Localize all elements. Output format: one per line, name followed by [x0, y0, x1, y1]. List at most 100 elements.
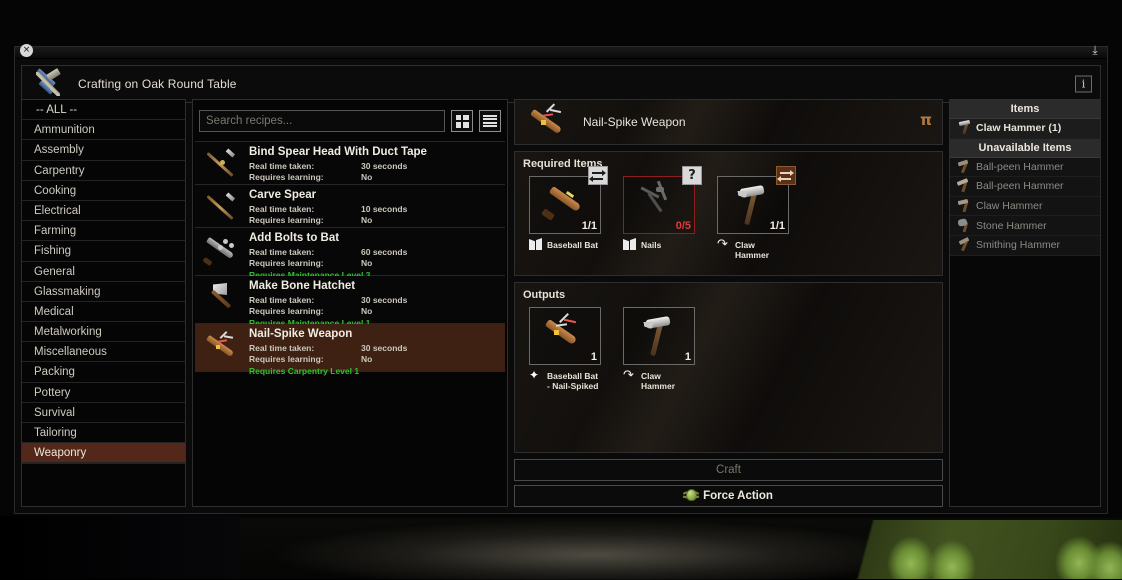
window-titlebar[interactable]: × ⤓	[15, 47, 1107, 59]
window-header: Crafting on Oak Round Table i	[21, 65, 1101, 103]
recipe-row-nail-spike-weapon[interactable]: Nail-Spike Weapon Real time taken: 30 se…	[195, 324, 505, 372]
category-item-tailoring[interactable]: Tailoring	[22, 423, 185, 443]
item-row[interactable]: Claw Hammer (1)	[950, 119, 1100, 139]
recipe-learning-value: No	[361, 172, 372, 183]
pin-icon[interactable]: ⤓	[1089, 45, 1101, 57]
nail-spiked-bat-icon	[530, 308, 600, 364]
recipe-time-value: 30 seconds	[361, 295, 407, 306]
outputs-panel: Outputs 1	[514, 282, 943, 453]
category-item-survival[interactable]: Survival	[22, 403, 185, 423]
category-item-farming[interactable]: Farming	[22, 221, 185, 241]
spear-icon	[201, 190, 245, 228]
required-slot-nails: 0/5 ? Nails	[623, 176, 695, 260]
recipe-learning-value: No	[361, 306, 372, 317]
force-action-button[interactable]: Force Action	[514, 485, 943, 507]
category-item-weaponry[interactable]: Weaponry	[22, 443, 185, 463]
bolted-bat-icon	[201, 233, 245, 271]
recipe-learning-value: No	[361, 354, 372, 365]
search-input[interactable]	[199, 110, 445, 132]
nail-spike-weapon-icon	[201, 329, 245, 367]
required-item-name: Claw Hammer	[735, 238, 789, 260]
recipe-time-label: Real time taken:	[249, 247, 361, 258]
item-row[interactable]: Ball-peen Hammer	[950, 177, 1100, 197]
category-item-fishing[interactable]: Fishing	[22, 241, 185, 261]
kept-icon: ↷	[623, 369, 637, 382]
recipe-learning-value: No	[361, 215, 372, 226]
page-title: Crafting on Oak Round Table	[78, 77, 237, 91]
recipe-row-make-bone-hatchet[interactable]: Make Bone Hatchet Real time taken: 30 se…	[195, 276, 505, 324]
info-icon[interactable]: i	[1075, 76, 1092, 93]
window-body: -- ALL -- Ammunition Assembly Carpentry …	[21, 99, 1101, 507]
item-slot[interactable]: 1/1	[529, 176, 601, 234]
item-slot[interactable]: 1/1	[717, 176, 789, 234]
required-items-panel: Required Items 1/1	[514, 151, 943, 276]
recipe-time-label: Real time taken:	[249, 161, 361, 172]
category-item-miscellaneous[interactable]: Miscellaneous	[22, 342, 185, 362]
category-item-glassmaking[interactable]: Glassmaking	[22, 282, 185, 302]
category-item-cooking[interactable]: Cooking	[22, 181, 185, 201]
items-list-filler	[950, 256, 1100, 506]
item-row[interactable]: Stone Hammer	[950, 216, 1100, 236]
recipe-name: Bind Spear Head With Duct Tape	[249, 146, 499, 159]
recipe-time-label: Real time taken:	[249, 343, 361, 354]
category-item-all[interactable]: -- ALL --	[22, 100, 185, 120]
category-item-medical[interactable]: Medical	[22, 302, 185, 322]
bug-icon	[684, 489, 698, 501]
category-item-carpentry[interactable]: Carpentry	[22, 161, 185, 181]
recipe-name: Make Bone Hatchet	[249, 280, 499, 293]
required-slot-claw-hammer: 1/1 ↷ Claw Hammer	[717, 176, 789, 260]
swap-item-icon[interactable]	[588, 166, 608, 185]
recipe-time-value: 60 seconds	[361, 247, 407, 258]
search-bar	[199, 106, 501, 136]
required-slot-baseball-bat: 1/1 Baseball Bat	[529, 176, 601, 260]
help-icon[interactable]: ?	[682, 166, 702, 185]
crafting-hammer-chisel-icon	[32, 69, 66, 99]
item-label: Ball-peen Hammer	[976, 161, 1064, 173]
category-item-general[interactable]: General	[22, 262, 185, 282]
recipe-time-value: 30 seconds	[361, 343, 407, 354]
item-slot[interactable]: 0/5 ?	[623, 176, 695, 234]
item-label: Claw Hammer	[976, 200, 1043, 212]
recipe-time-label: Real time taken:	[249, 204, 361, 215]
category-item-electrical[interactable]: Electrical	[22, 201, 185, 221]
item-row[interactable]: Smithing Hammer	[950, 236, 1100, 256]
recipe-name: Carve Spear	[249, 189, 499, 202]
required-item-label-row: Baseball Bat	[529, 238, 601, 252]
item-slot[interactable]: 1	[623, 307, 695, 365]
craft-button[interactable]: Craft	[514, 459, 943, 481]
swap-item-icon[interactable]	[776, 166, 796, 185]
item-row[interactable]: Ball-peen Hammer	[950, 158, 1100, 178]
bush	[1088, 535, 1122, 579]
output-item-name: Baseball Bat - Nail-Spiked	[547, 369, 601, 391]
output-item-name: Claw Hammer	[641, 369, 695, 391]
nail-spike-weapon-icon	[523, 102, 573, 142]
recipe-list-panel: Bind Spear Head With Duct Tape Real time…	[192, 99, 508, 507]
category-list-filler	[22, 463, 185, 506]
consumed-icon	[529, 238, 543, 251]
category-item-metalworking[interactable]: Metalworking	[22, 322, 185, 342]
spear-duct-tape-icon	[201, 147, 245, 185]
recipe-time-value: 30 seconds	[361, 161, 407, 172]
close-icon[interactable]: ×	[20, 44, 33, 57]
category-item-assembly[interactable]: Assembly	[22, 140, 185, 160]
ball-peen-hammer-icon	[954, 159, 976, 175]
stone-hammer-icon	[954, 218, 976, 234]
output-label-row: ↷ Claw Hammer	[623, 369, 695, 391]
recipe-list[interactable]: Bind Spear Head With Duct Tape Real time…	[195, 141, 505, 502]
output-slot-baseball-bat-nail-spiked: 1 ✦ Baseball Bat - Nail-Spiked	[529, 307, 601, 391]
category-item-ammunition[interactable]: Ammunition	[22, 120, 185, 140]
category-item-packing[interactable]: Packing	[22, 362, 185, 382]
recipe-row-carve-spear[interactable]: Carve Spear Real time taken: 10 seconds …	[195, 185, 505, 228]
dirt-path	[230, 520, 930, 580]
recipe-row-bind-spear-head[interactable]: Bind Spear Head With Duct Tape Real time…	[195, 142, 505, 185]
grid-view-icon[interactable]	[451, 110, 473, 132]
list-view-icon[interactable]	[479, 110, 501, 132]
recipe-row-add-bolts-to-bat[interactable]: Add Bolts to Bat Real time taken: 60 sec…	[195, 228, 505, 276]
recipe-detail-title: Nail-Spike Weapon	[583, 115, 686, 129]
item-row[interactable]: Claw Hammer	[950, 197, 1100, 217]
item-slot[interactable]: 1	[529, 307, 601, 365]
category-item-pottery[interactable]: Pottery	[22, 383, 185, 403]
item-label: Claw Hammer (1)	[976, 122, 1061, 134]
smithing-hammer-icon	[954, 237, 976, 253]
recipe-time-label: Real time taken:	[249, 295, 361, 306]
